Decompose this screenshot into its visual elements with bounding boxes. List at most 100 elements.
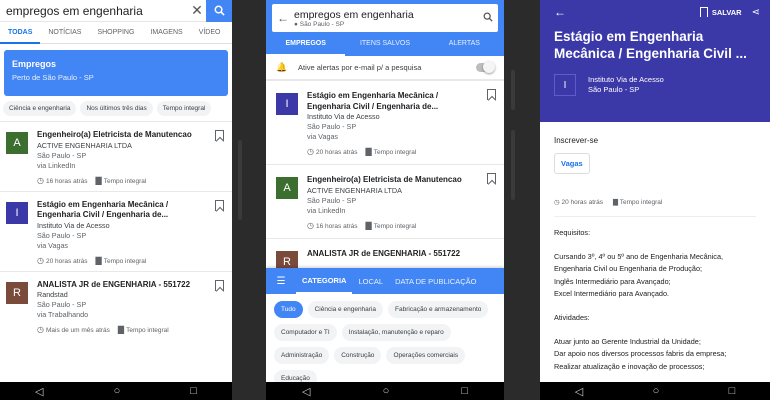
back-nav-icon[interactable]: ◁ xyxy=(575,385,583,398)
tab-video[interactable]: VÍDEO xyxy=(191,22,229,44)
job-description: Requisitos: Cursando 3º, 4º ou 5º ano de… xyxy=(554,227,756,373)
job-meta: ◷ 20 horas atrás ▇ Tempo integral xyxy=(554,198,756,217)
briefcase-icon: ▇ xyxy=(613,199,620,206)
tab-imagens[interactable]: IMAGENS xyxy=(142,22,190,44)
chip-tres-dias[interactable]: Nos últimos três dias xyxy=(80,101,153,116)
job-type: Tempo integral xyxy=(619,199,663,206)
tab-data-publicacao[interactable]: DATA DE PUBLICAÇÃO xyxy=(389,277,482,286)
briefcase-icon: ▇ xyxy=(365,220,372,230)
android-nav-bar: ◁ ○ □ xyxy=(266,382,504,400)
clock-icon: ◷ xyxy=(37,325,44,334)
bookmark-icon[interactable] xyxy=(215,199,224,211)
job-listing[interactable]: A Engenheiro(a) Eletricista de Manutenca… xyxy=(0,121,232,191)
back-nav-icon[interactable]: ◁ xyxy=(302,385,310,398)
bookmark-icon[interactable] xyxy=(487,89,496,100)
requisito-line: Excel Intermediário para Avançado. xyxy=(554,288,670,298)
android-nav-bar: ◁ ○ □ xyxy=(540,382,770,400)
back-nav-icon[interactable]: ◁ xyxy=(35,385,43,398)
bookmark-icon xyxy=(699,7,708,17)
job-title: Estágio em Engenharia Mecânica / Engenha… xyxy=(37,199,169,220)
chip-operacoes[interactable]: Operações comerciais xyxy=(386,347,466,364)
company-logo: R xyxy=(6,281,28,304)
job-listing[interactable]: A Engenheiro(a) Eletricista de Manutenca… xyxy=(266,164,504,238)
chip-tempo-integral[interactable]: Tempo integral xyxy=(156,101,212,116)
bookmark-icon[interactable] xyxy=(487,173,496,184)
search-input[interactable]: empregos em engenharia xyxy=(294,9,478,21)
phone-side-button xyxy=(511,130,515,200)
company-name: Instituto Via de Acesso xyxy=(588,75,664,84)
home-nav-icon[interactable]: ○ xyxy=(383,385,390,397)
chip-instalacao[interactable]: Instalação, manutenção e reparo xyxy=(341,324,451,341)
home-nav-icon[interactable]: ○ xyxy=(653,385,660,397)
job-listing[interactable]: R ANALISTA JR de ENGENHARIA - 551722 Ran… xyxy=(0,270,232,341)
search-bar[interactable]: ← empregos em engenharia ● São Paulo - S… xyxy=(272,4,498,32)
chip-computador-ti[interactable]: Computador e TI xyxy=(274,324,337,341)
job-title: Engenheiro(a) Eletricista de Manutencao xyxy=(307,175,462,184)
chip-ciencia[interactable]: Ciência e engenharia xyxy=(3,101,77,116)
jobs-card-header[interactable]: Empregos Perto de São Paulo - SP xyxy=(4,50,228,96)
recents-nav-icon[interactable]: □ xyxy=(461,385,468,397)
tab-noticias[interactable]: NOTÍCIAS xyxy=(40,22,89,44)
tab-alertas[interactable]: ALERTAS xyxy=(425,32,504,56)
alert-toggle[interactable] xyxy=(476,61,495,73)
job-meta: ◷ 16 horas atrás ▇ Tempo integral xyxy=(37,176,212,185)
screen: ← empregos em engenharia ● São Paulo - S… xyxy=(266,0,504,382)
job-company: ACTIVE ENGENHARIA LTDA xyxy=(307,185,402,195)
tab-todas[interactable]: TODAS xyxy=(0,22,41,44)
company-logo: A xyxy=(6,132,28,154)
bookmark-icon[interactable] xyxy=(215,279,224,291)
tab-local[interactable]: LOCAL xyxy=(352,277,389,286)
search-icon[interactable] xyxy=(478,12,498,25)
bookmark-icon[interactable] xyxy=(215,130,224,141)
chip-educacao[interactable]: Educação xyxy=(274,370,317,382)
job-meta: ◷ 16 horas atrás ▇ Tempo integral xyxy=(307,221,482,230)
job-title: ANALISTA JR de ENGENHARIA - 551722 xyxy=(307,248,461,258)
tab-empregos[interactable]: EMPREGOS xyxy=(266,32,346,56)
bell-icon: 🔔 xyxy=(276,62,288,72)
tab-categoria[interactable]: CATEGORIA xyxy=(296,268,353,294)
recents-nav-icon[interactable]: □ xyxy=(729,385,736,397)
chip-fabricacao[interactable]: Fabricação e armazenamento xyxy=(388,301,489,318)
job-title: Estágio em Engenharia Mecânica / Engenha… xyxy=(307,91,439,111)
company-logo: A xyxy=(276,177,298,199)
atividade-line: Realizar atualização e inovação de proce… xyxy=(554,361,705,371)
tab-shopping[interactable]: SHOPPING xyxy=(89,22,142,44)
chip-administracao[interactable]: Administração xyxy=(274,347,330,364)
recents-nav-icon[interactable]: □ xyxy=(190,385,197,397)
share-icon[interactable]: ⋖ xyxy=(752,7,760,18)
apply-label: Inscrever-se xyxy=(554,136,599,145)
category-chips: Tudo Ciência e engenharia Fabricação e a… xyxy=(266,294,504,382)
job-title: ANALISTA JR de ENGENHARIA - 551722 xyxy=(37,279,191,289)
apply-vagas-button[interactable]: Vagas xyxy=(554,153,590,174)
requisito-line: Cursando 3º, 4º ou 5º ano de Engenharia … xyxy=(554,252,724,274)
filter-tabs: ☰ CATEGORIA LOCAL DATA DE PUBLICAÇÃO xyxy=(266,268,504,294)
job-type: Tempo integral xyxy=(373,222,417,230)
job-location: São Paulo - SP xyxy=(37,230,87,240)
job-type: Tempo integral xyxy=(373,149,417,156)
sliders-icon[interactable]: ☰ xyxy=(266,276,296,287)
back-arrow-icon[interactable]: ← xyxy=(554,5,566,19)
job-listing[interactable]: I Estágio em Engenharia Mecânica / Engen… xyxy=(0,190,232,271)
email-alert-row: 🔔 Ative alertas por e-mail p/ a pesquisa xyxy=(266,56,504,80)
job-company: Randstad xyxy=(37,290,68,299)
chip-ciencia-engenharia[interactable]: Ciência e engenharia xyxy=(307,301,384,318)
save-button[interactable]: SALVAR xyxy=(699,7,742,17)
briefcase-icon: ▇ xyxy=(117,325,125,334)
chip-tudo[interactable]: Tudo xyxy=(274,301,303,318)
screen: ← SALVAR ⋖ Estágio em Engenharia Mecânic… xyxy=(540,0,770,382)
back-arrow-icon[interactable]: ← xyxy=(272,11,294,25)
search-input[interactable]: empregos em engenharia xyxy=(0,4,188,18)
home-nav-icon[interactable]: ○ xyxy=(114,385,121,397)
filter-panel: ☰ CATEGORIA LOCAL DATA DE PUBLICAÇÃO Tud… xyxy=(266,268,504,382)
job-company: Instituto Via de Acesso xyxy=(37,220,110,230)
job-title: Engenheiro(a) Eletricista de Manutencao xyxy=(37,130,192,139)
jobs-tabs: EMPREGOS ITENS SALVOS ALERTAS xyxy=(266,32,504,56)
company-block: I Instituto Via de Acesso São Paulo - SP xyxy=(554,74,760,96)
atividade-line: Atuar junto ao Gerente Industrial da Uni… xyxy=(554,337,701,347)
chip-construcao[interactable]: Construção xyxy=(334,347,382,364)
tab-itens-salvos[interactable]: ITENS SALVOS xyxy=(345,32,424,56)
search-button[interactable] xyxy=(206,0,232,22)
close-icon[interactable]: ✕ xyxy=(188,2,206,19)
phone-search-results: empregos em engenharia ✕ TODAS NOTÍCIAS … xyxy=(0,0,232,400)
job-listing[interactable]: I Estágio em Engenharia Mecânica / Engen… xyxy=(266,80,504,164)
